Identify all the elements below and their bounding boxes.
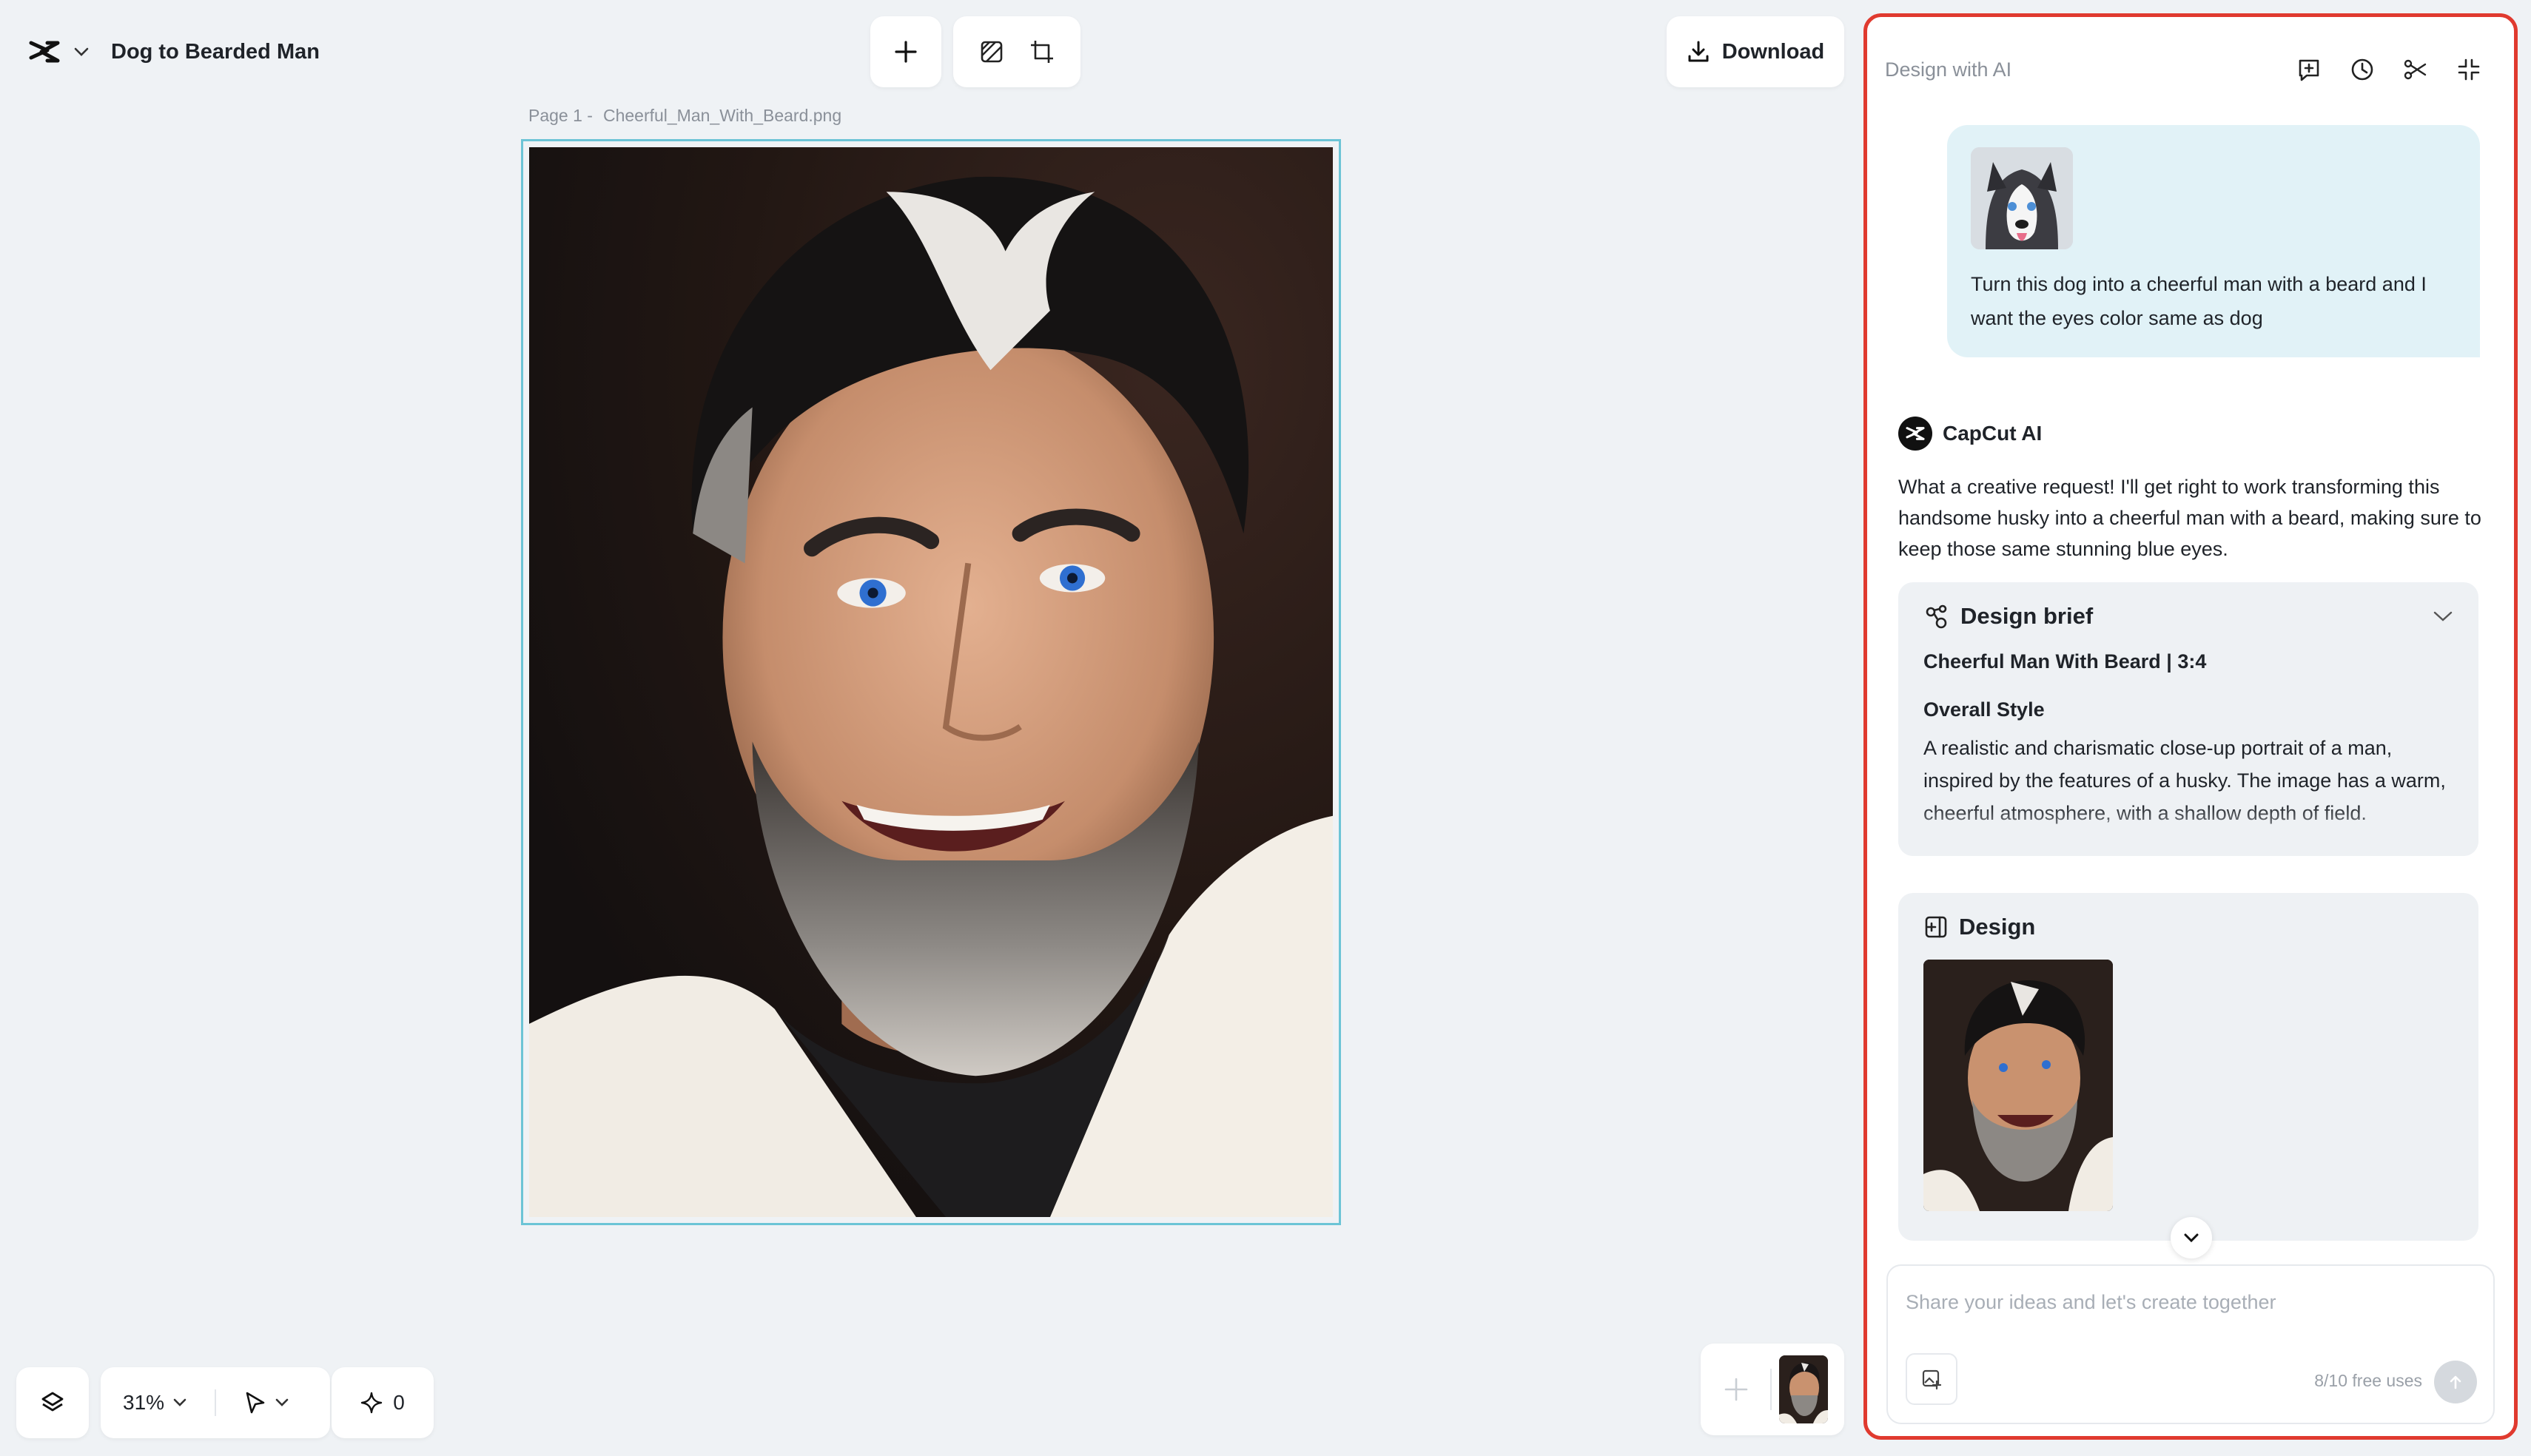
chevron-down-icon[interactable] bbox=[275, 1398, 289, 1407]
project-menu[interactable]: Dog to Bearded Man bbox=[6, 16, 345, 87]
credits-count: 0 bbox=[393, 1391, 405, 1414]
image-upload-button[interactable] bbox=[1906, 1353, 1957, 1405]
background-remove-icon[interactable] bbox=[979, 39, 1004, 64]
ai-panel: Design with AI Turn this dog into a chee… bbox=[1863, 13, 2518, 1440]
chevron-down-icon[interactable] bbox=[173, 1398, 186, 1407]
plus-icon bbox=[894, 40, 918, 64]
layers-button[interactable] bbox=[16, 1367, 89, 1438]
send-button[interactable] bbox=[2434, 1361, 2477, 1403]
canvas-tools bbox=[953, 16, 1080, 87]
prompt-input[interactable]: Share your ideas and let's create togeth… bbox=[1906, 1291, 2276, 1314]
free-uses-counter: 8/10 free uses bbox=[2314, 1371, 2422, 1390]
divider bbox=[1770, 1369, 1772, 1410]
design-brief-icon bbox=[1923, 603, 1950, 630]
overall-style-heading: Overall Style bbox=[1923, 698, 2045, 721]
sparkle-icon bbox=[360, 1392, 383, 1414]
page-thumbnail[interactable] bbox=[1779, 1355, 1828, 1423]
fade-overlay bbox=[1898, 804, 2478, 856]
resize-icon[interactable] bbox=[1029, 39, 1055, 64]
design-icon bbox=[1923, 914, 1949, 940]
download-label: Download bbox=[1721, 39, 1825, 64]
page-label: Page 1 - Cheerful_Man_With_Beard.png bbox=[528, 106, 841, 126]
user-message-text: Turn this dog into a cheerful man with a… bbox=[1971, 273, 2427, 329]
page-number: Page 1 - bbox=[528, 106, 593, 125]
design-brief-subtitle: Cheerful Man With Beard | 3:4 bbox=[1923, 650, 2207, 673]
zoom-level[interactable]: 31% bbox=[123, 1391, 164, 1415]
collapse-icon[interactable] bbox=[2456, 57, 2481, 82]
project-title[interactable]: Dog to Bearded Man bbox=[111, 40, 320, 64]
design-heading: Design bbox=[1959, 914, 2036, 940]
image-upload-icon bbox=[1920, 1368, 1943, 1390]
history-icon[interactable] bbox=[2350, 57, 2375, 82]
pointer-icon[interactable] bbox=[244, 1391, 266, 1415]
design-brief-heading: Design brief bbox=[1960, 603, 2094, 629]
ai-name: CapCut AI bbox=[1943, 422, 2043, 445]
generated-portrait[interactable] bbox=[529, 147, 1333, 1217]
chat-composer[interactable]: Share your ideas and let's create togeth… bbox=[1886, 1264, 2495, 1424]
ai-reply: What a creative request! I'll get right … bbox=[1898, 476, 2481, 560]
download-icon bbox=[1687, 40, 1710, 64]
new-chat-icon[interactable] bbox=[2296, 57, 2322, 82]
panel-title: Design with AI bbox=[1885, 58, 2012, 81]
chevron-down-icon[interactable] bbox=[74, 47, 89, 56]
attached-image[interactable] bbox=[1971, 147, 2073, 249]
design-brief-card[interactable]: Design brief Cheerful Man With Beard | 3… bbox=[1898, 582, 2478, 856]
download-button[interactable]: Download bbox=[1667, 16, 1844, 87]
capcut-logo-icon bbox=[28, 38, 61, 65]
credits-button[interactable]: 0 bbox=[332, 1367, 434, 1438]
scroll-down-button[interactable] bbox=[2171, 1217, 2212, 1258]
divider bbox=[215, 1389, 217, 1416]
zoom-controls: 31% bbox=[101, 1367, 330, 1438]
capcut-logo-icon bbox=[1898, 417, 1932, 451]
share-icon[interactable] bbox=[2403, 57, 2428, 82]
page-thumbnails bbox=[1701, 1344, 1844, 1435]
add-page-button[interactable] bbox=[1710, 1363, 1763, 1416]
ai-header: CapCut AI bbox=[1898, 417, 2042, 451]
design-result-image[interactable] bbox=[1923, 960, 2113, 1211]
plus-icon bbox=[1723, 1376, 1749, 1403]
layers-icon bbox=[40, 1390, 65, 1415]
chevron-down-icon[interactable] bbox=[2433, 610, 2453, 622]
add-element-button[interactable] bbox=[870, 16, 941, 87]
design-card: Design bbox=[1898, 893, 2478, 1241]
canvas-frame[interactable] bbox=[521, 139, 1341, 1225]
send-arrow-icon bbox=[2447, 1373, 2464, 1391]
panel-header: Design with AI bbox=[1885, 44, 2496, 95]
file-name[interactable]: Cheerful_Man_With_Beard.png bbox=[603, 106, 841, 125]
user-message: Turn this dog into a cheerful man with a… bbox=[1947, 125, 2480, 357]
chevron-down-icon bbox=[2183, 1233, 2199, 1243]
